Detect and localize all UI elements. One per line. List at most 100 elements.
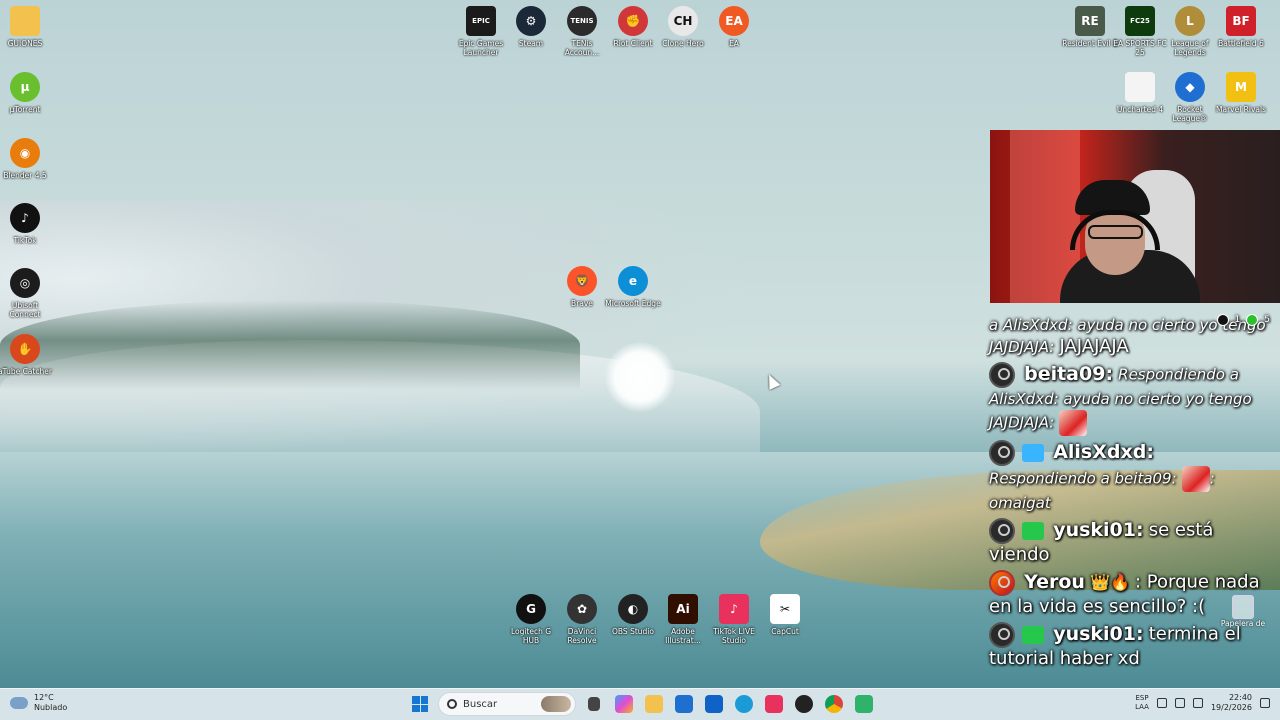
desktop-shortcut[interactable]: RE Resident Evil 2	[1062, 6, 1118, 48]
user-avatar-icon	[989, 362, 1015, 388]
chat-username: AlisXdxd:	[1053, 440, 1154, 463]
desktop-shortcut[interactable]: Ai Adobe Illustrat...	[655, 594, 711, 645]
desktop-shortcut-label: TENis Accoun...	[564, 39, 600, 57]
desktop-shortcut[interactable]: L League of Legends	[1162, 6, 1218, 57]
riot-client-icon: ✊	[618, 6, 648, 36]
desktop-shortcut[interactable]: ◎ Ubisoft Connect	[0, 268, 53, 319]
desktop-shortcut[interactable]: GUIONES	[0, 6, 53, 48]
desktop-shortcut[interactable]: ◐ OBS Studio	[605, 594, 661, 636]
taskbar-file-explorer[interactable]	[642, 692, 666, 716]
brave-icon: 🦁	[567, 266, 597, 296]
desktop-shortcut[interactable]: ✋ aTube Catcher	[0, 334, 53, 376]
taskbar-app-green[interactable]	[852, 692, 876, 716]
taskbar-center: Buscar	[408, 692, 876, 716]
user-avatar-icon	[989, 622, 1015, 648]
network-icon[interactable]	[1156, 698, 1167, 708]
taskbar-copilot[interactable]	[612, 692, 636, 716]
epic-games-icon: EPIC	[466, 6, 496, 36]
clock[interactable]: 22:40 19/2/2026	[1211, 693, 1252, 713]
battery-icon[interactable]	[1192, 698, 1203, 708]
system-tray: ESP LAA 22:40 19/2/2026	[1135, 693, 1270, 713]
taskbar-obs[interactable]	[792, 692, 816, 716]
desktop-shortcut[interactable]: EPIC Epic Games Launcher	[453, 6, 509, 57]
desktop-shortcut[interactable]: ⚙ Steam	[503, 6, 559, 48]
chat-message-extra: JAJAJAJA	[1059, 336, 1129, 357]
subscriber-badge-icon	[1022, 444, 1045, 462]
desktop-shortcut[interactable]: ♪ TikTok	[0, 203, 53, 245]
capcut-icon: ✂	[770, 594, 800, 624]
steam-icon: ⚙	[516, 6, 546, 36]
user-avatar-icon	[989, 518, 1015, 544]
desktop-shortcut[interactable]: BF Battlefield 6	[1213, 6, 1269, 48]
obs-studio-icon: ◐	[618, 594, 648, 624]
webcam-glasses	[1088, 225, 1143, 239]
desktop-shortcut-label: Logitech G HUB	[510, 627, 552, 645]
desktop-shortcut[interactable]: ♪ TikTok LIVE Studio	[706, 594, 762, 645]
user-avatar-icon	[989, 440, 1015, 466]
taskbar-outlook[interactable]	[702, 692, 726, 716]
chat-username: yuski01:	[1053, 518, 1144, 541]
chat-username: beita09:	[1024, 362, 1114, 385]
rocket-league-icon: ◆	[1175, 72, 1205, 102]
tiktok-count: 1	[1234, 315, 1241, 325]
taskbar-edge[interactable]	[732, 692, 756, 716]
taskbar: 12°C Nublado Buscar ESP LAA 22:40 19/2/2…	[0, 688, 1280, 720]
notification-bell-icon[interactable]	[1260, 698, 1270, 708]
desktop-shortcut[interactable]: M Marvel Rivals	[1213, 72, 1269, 114]
weather-widget[interactable]: 12°C Nublado	[10, 693, 67, 713]
desktop-shortcut[interactable]: TENIS TENis Accoun...	[554, 6, 610, 57]
desktop-shortcut-label: Ubisoft Connect	[9, 301, 41, 319]
desktop-shortcut-label: OBS Studio	[612, 627, 654, 636]
user-avatar-icon	[989, 570, 1015, 596]
tenis-icon: TENIS	[567, 6, 597, 36]
obs-icon	[795, 695, 813, 713]
wallpaper-trees	[0, 300, 580, 390]
stream-chat-overlay: 1 5 a AlisXdxd: ayuda no cierto yo tengo…	[986, 308, 1280, 688]
gift-badge-icon	[1022, 522, 1045, 540]
desktop-shortcut[interactable]: FC25 EA SPORTS FC 25	[1112, 6, 1168, 57]
desktop-shortcut[interactable]: Uncharted 4	[1112, 72, 1168, 114]
desktop-shortcut[interactable]: ✂ CapCut	[757, 594, 813, 636]
desktop-shortcut-label: Brave	[571, 299, 593, 308]
desktop-shortcut[interactable]: ✊ Riot Client	[605, 6, 661, 48]
taskbar-chrome[interactable]	[822, 692, 846, 716]
crown-fire-emoji-icon: 👑🔥	[1090, 572, 1130, 592]
gift-badge-icon	[1022, 626, 1045, 644]
language-indicator-sub: LAA	[1135, 703, 1149, 711]
recycle-bin[interactable]: Papelera de	[1218, 595, 1268, 628]
start-button[interactable]	[408, 692, 432, 716]
desktop-shortcut[interactable]: G Logitech G HUB	[503, 594, 559, 645]
task-view-button[interactable]	[582, 692, 606, 716]
language-indicator[interactable]: ESP	[1135, 694, 1149, 703]
volume-icon[interactable]	[1174, 698, 1185, 708]
desktop-shortcut[interactable]: CH Clone Hero	[655, 6, 711, 48]
desktop-shortcut[interactable]: 🦁 Brave	[554, 266, 610, 308]
tiktok-count-icon	[1216, 314, 1229, 326]
desktop-shortcut[interactable]: e Microsoft Edge	[605, 266, 661, 308]
ban-emote-icon	[1181, 466, 1210, 492]
recycle-bin-label: Papelera de	[1220, 619, 1266, 628]
desktop-shortcut[interactable]: ✿ DaVinci Resolve	[554, 594, 610, 645]
desktop-shortcut[interactable]: ◆ Rocket League®	[1162, 72, 1218, 123]
copilot-icon	[615, 695, 633, 713]
logitech-ghub-icon: G	[516, 594, 546, 624]
desktop-shortcut[interactable]: ◉ Blender 4.5	[0, 138, 53, 180]
battlefield-icon: BF	[1226, 6, 1256, 36]
desktop-shortcut[interactable]: µ µTorrent	[0, 72, 53, 114]
taskbar-search[interactable]: Buscar	[438, 692, 576, 716]
marvel-rivals-icon: M	[1226, 72, 1256, 102]
taskbar-store[interactable]	[672, 692, 696, 716]
desktop-shortcut[interactable]: EA EA	[706, 6, 762, 48]
desktop-shortcut-label: Riot Client	[613, 39, 653, 48]
league-of-legends-icon: L	[1175, 6, 1205, 36]
desktop-shortcut-label: Blender 4.5	[3, 171, 47, 180]
clock-time: 22:40	[1228, 693, 1252, 702]
taskbar-tiktok-live[interactable]	[762, 692, 786, 716]
green-app-icon	[855, 695, 873, 713]
windows-logo-icon	[412, 696, 428, 712]
outlook-icon	[705, 695, 723, 713]
task-view-icon	[588, 697, 600, 711]
chrome-icon	[825, 695, 843, 713]
desktop-shortcut-label: League of Legends	[1171, 39, 1209, 57]
desktop-shortcut-label: Marvel Rivals	[1216, 105, 1266, 114]
